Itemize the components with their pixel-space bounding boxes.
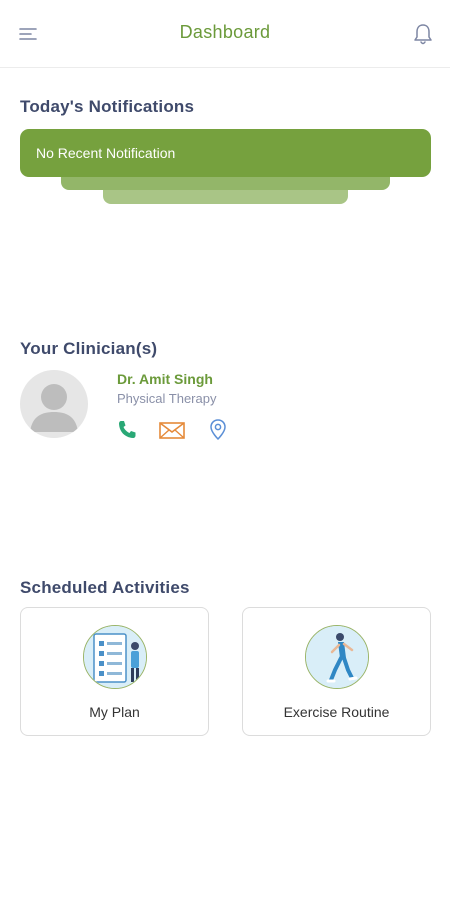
page-title: Dashboard <box>179 22 271 42</box>
clinicians-section-title: Your Clinician(s) <box>20 339 158 358</box>
email-icon[interactable] <box>158 417 186 443</box>
app-header: Dashboard <box>0 0 450 68</box>
activities-section-title: Scheduled Activities <box>20 578 190 597</box>
clinician-name[interactable]: Dr. Amit Singh <box>117 371 213 387</box>
notification-card[interactable]: No Recent Notification <box>20 129 431 177</box>
location-pin-icon[interactable] <box>205 417 231 443</box>
exercise-runner-icon <box>304 625 369 689</box>
plan-checklist-icon <box>82 625 147 689</box>
avatar[interactable] <box>20 370 88 438</box>
activity-label: Exercise Routine <box>283 704 390 720</box>
activity-card-exercise-routine[interactable]: Exercise Routine <box>242 607 431 736</box>
notifications-section-title: Today's Notifications <box>20 97 195 116</box>
activity-card-my-plan[interactable]: My Plan <box>20 607 209 736</box>
phone-icon[interactable] <box>114 417 140 443</box>
notification-message: No Recent Notification <box>36 145 176 161</box>
bell-icon[interactable] <box>410 21 436 47</box>
activity-label: My Plan <box>89 704 140 720</box>
clinician-specialty: Physical Therapy <box>117 391 217 406</box>
